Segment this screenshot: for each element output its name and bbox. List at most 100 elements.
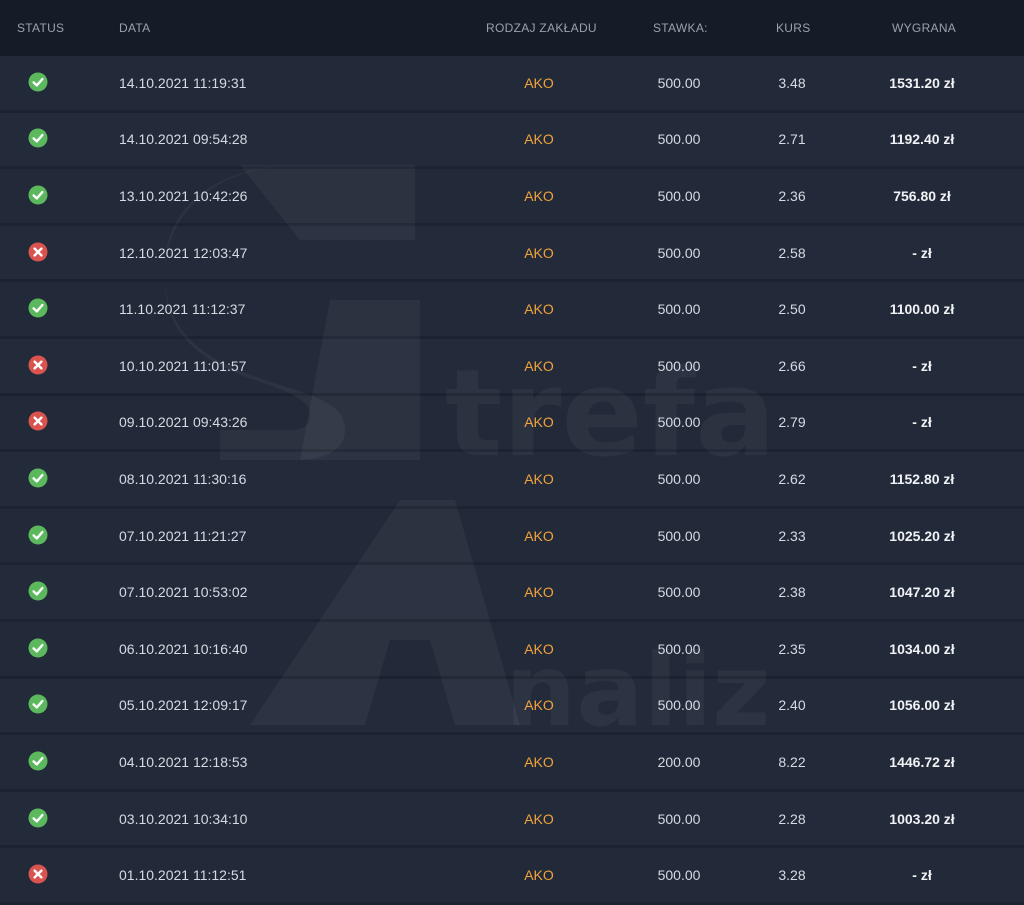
column-header-date[interactable]: DATA	[119, 21, 150, 35]
odds-cell: 2.40	[778, 697, 806, 714]
x-circle-icon	[28, 864, 48, 884]
stake-cell: 500.00	[657, 867, 701, 884]
date-cell: 12.10.2021 12:03:47	[119, 244, 248, 261]
status-cell	[28, 581, 50, 603]
column-header-bet-type[interactable]: RODZAJ ZAKŁADU	[486, 21, 597, 35]
table-header: STATUS DATA RODZAJ ZAKŁADU STAWKA: KURS …	[0, 0, 1024, 56]
status-cell	[28, 72, 50, 94]
win-amount-cell: - zł	[912, 867, 932, 884]
date-cell: 04.10.2021 12:18:53	[119, 753, 248, 770]
date-cell: 10.10.2021 11:01:57	[119, 357, 247, 374]
win-amount-cell: 756.80 zł	[893, 187, 951, 204]
odds-cell: 3.28	[778, 867, 806, 884]
date-cell: 11.10.2021 11:12:37	[119, 301, 246, 318]
check-circle-icon	[28, 72, 48, 92]
status-cell	[28, 638, 50, 660]
table-row[interactable]: 14.10.2021 09:54:28 AKO 500.00 2.71 1192.40 …	[0, 112, 1024, 170]
date-cell: 08.10.2021 11:30:16	[119, 470, 247, 487]
win-amount-cell: 1047.20 zł	[889, 584, 955, 601]
status-cell	[28, 355, 50, 377]
check-circle-icon	[28, 468, 48, 488]
date-cell: 07.10.2021 11:21:27	[119, 527, 247, 544]
status-cell	[28, 525, 50, 547]
stake-cell: 500.00	[657, 301, 701, 318]
date-cell: 06.10.2021 10:16:40	[119, 640, 248, 657]
x-circle-icon	[28, 242, 48, 262]
table-row[interactable]: 13.10.2021 10:42:26 AKO 500.00 2.36 756.80 z…	[0, 169, 1024, 226]
table-row[interactable]: 08.10.2021 11:30:16 AKO 500.00 2.62 1152.80 …	[0, 452, 1024, 509]
odds-cell: 2.35	[778, 640, 806, 657]
bet-type-cell: AKO	[524, 640, 554, 657]
bet-type-cell: AKO	[524, 357, 554, 374]
column-header-odds[interactable]: KURS	[776, 21, 811, 35]
column-header-stake[interactable]: STAWKA:	[653, 21, 708, 35]
bet-type-cell: AKO	[524, 74, 554, 91]
check-circle-icon	[28, 525, 48, 545]
stake-cell: 500.00	[657, 414, 701, 431]
table-row[interactable]: 05.10.2021 12:09:17 AKO 500.00 2.40 1056.00 …	[0, 678, 1024, 736]
table-row[interactable]: 03.10.2021 10:34:10 AKO 500.00 2.28 1003.20 …	[0, 791, 1024, 849]
table-row[interactable]: 12.10.2021 12:03:47 AKO 500.00 2.58 - zł	[0, 225, 1024, 283]
odds-cell: 3.48	[778, 74, 806, 91]
stake-cell: 500.00	[657, 244, 701, 261]
table-row[interactable]: 10.10.2021 11:01:57 AKO 500.00 2.66 - zł	[0, 338, 1024, 396]
check-circle-icon	[28, 638, 48, 658]
bet-type-cell: AKO	[524, 584, 554, 601]
win-amount-cell: - zł	[912, 244, 932, 261]
odds-cell: 2.62	[778, 470, 806, 487]
table-row[interactable]: 09.10.2021 09:43:26 AKO 500.00 2.79 - zł	[0, 395, 1024, 453]
odds-cell: 2.66	[778, 357, 806, 374]
bet-type-cell: AKO	[524, 810, 554, 827]
bets-table-body: 14.10.2021 11:19:31 AKO 500.00 3.48 1531.20 …	[0, 56, 1024, 905]
check-circle-icon	[28, 128, 48, 148]
status-cell	[28, 128, 50, 150]
date-cell: 14.10.2021 09:54:28	[119, 131, 248, 148]
win-amount-cell: 1056.00 zł	[889, 697, 955, 714]
check-circle-icon	[28, 581, 48, 601]
column-header-status[interactable]: STATUS	[17, 21, 64, 35]
bet-type-cell: AKO	[524, 244, 554, 261]
status-cell	[28, 694, 50, 716]
status-cell	[28, 411, 50, 433]
status-cell	[28, 864, 50, 886]
bet-type-cell: AKO	[524, 301, 554, 318]
bet-type-cell: AKO	[524, 131, 554, 148]
bet-type-cell: AKO	[524, 414, 554, 431]
stake-cell: 500.00	[657, 131, 701, 148]
win-amount-cell: 1003.20 zł	[889, 810, 955, 827]
odds-cell: 2.79	[778, 414, 806, 431]
column-header-win[interactable]: WYGRANA	[892, 21, 956, 35]
table-row[interactable]: 07.10.2021 10:53:02 AKO 500.00 2.38 1047.20 …	[0, 565, 1024, 622]
table-row[interactable]: 01.10.2021 11:12:51 AKO 500.00 3.28 - zł	[0, 848, 1024, 905]
odds-cell: 2.36	[778, 187, 806, 204]
stake-cell: 500.00	[657, 470, 701, 487]
check-circle-icon	[28, 694, 48, 714]
table-row[interactable]: 04.10.2021 12:18:53 AKO 200.00 8.22 1446.72 …	[0, 735, 1024, 792]
date-cell: 05.10.2021 12:09:17	[119, 697, 248, 714]
odds-cell: 2.28	[778, 810, 806, 827]
table-row[interactable]: 07.10.2021 11:21:27 AKO 500.00 2.33 1025.20 …	[0, 508, 1024, 566]
table-row[interactable]: 11.10.2021 11:12:37 AKO 500.00 2.50 1100.00 …	[0, 282, 1024, 339]
bet-type-cell: AKO	[524, 187, 554, 204]
stake-cell: 500.00	[657, 187, 701, 204]
stake-cell: 200.00	[657, 753, 701, 770]
status-cell	[28, 468, 50, 490]
win-amount-cell: 1100.00 zł	[889, 301, 955, 318]
bet-type-cell: AKO	[524, 527, 554, 544]
check-circle-icon	[28, 185, 48, 205]
odds-cell: 2.58	[778, 244, 806, 261]
status-cell	[28, 298, 50, 320]
table-row[interactable]: 14.10.2021 11:19:31 AKO 500.00 3.48 1531.20 …	[0, 56, 1024, 113]
odds-cell: 2.71	[778, 131, 806, 148]
win-amount-cell: - zł	[912, 414, 932, 431]
bet-type-cell: AKO	[524, 470, 554, 487]
odds-cell: 2.33	[778, 527, 806, 544]
win-amount-cell: 1152.80 zł	[889, 470, 955, 487]
stake-cell: 500.00	[657, 697, 701, 714]
stake-cell: 500.00	[657, 640, 701, 657]
table-row[interactable]: 06.10.2021 10:16:40 AKO 500.00 2.35 1034.00 …	[0, 621, 1024, 679]
bet-type-cell: AKO	[524, 867, 554, 884]
date-cell: 09.10.2021 09:43:26	[119, 414, 248, 431]
stake-cell: 500.00	[657, 357, 701, 374]
win-amount-cell: 1531.20 zł	[889, 74, 955, 91]
